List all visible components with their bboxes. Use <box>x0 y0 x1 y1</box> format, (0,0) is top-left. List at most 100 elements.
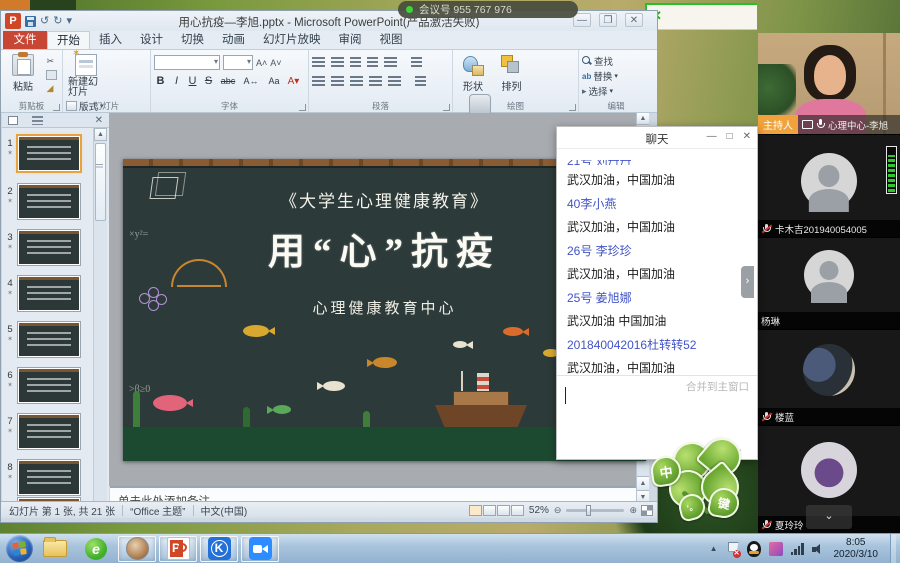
tab-home[interactable]: 开始 <box>47 31 90 49</box>
slide-thumbnail-5[interactable]: 5✶ <box>2 322 92 357</box>
smartart-convert-icon[interactable] <box>415 76 426 87</box>
increase-indent-icon[interactable] <box>367 57 378 68</box>
ime-clover-widget[interactable]: 中 ’。 键 <box>645 438 760 535</box>
shrink-font-icon[interactable]: A˅ <box>270 58 281 68</box>
arrange-button[interactable]: 排列 <box>494 53 528 93</box>
dialog-launcher-icon[interactable] <box>443 104 450 111</box>
taskbar-messenger-button[interactable] <box>118 536 156 562</box>
font-color-button[interactable]: A▾ <box>287 76 300 87</box>
participant-tile[interactable]: 卡木吉201940054005 <box>758 135 900 238</box>
tab-design[interactable]: 设计 <box>131 31 172 49</box>
strikethrough-button[interactable]: S <box>202 75 215 87</box>
format-painter-icon[interactable]: ◢ <box>46 83 57 94</box>
font-size-select[interactable] <box>223 55 253 70</box>
align-right-icon[interactable] <box>350 76 363 87</box>
normal-view-icon[interactable] <box>469 505 482 516</box>
show-desktop-button[interactable] <box>890 534 896 563</box>
language-status[interactable]: 中文(中国) <box>201 503 248 518</box>
paste-button[interactable]: 粘贴 <box>4 53 42 93</box>
outline-tab-icon[interactable] <box>32 116 43 125</box>
zoom-in-icon[interactable]: ⊕ <box>629 505 637 516</box>
merge-to-main-window-link[interactable]: 合并到主窗口 <box>686 379 749 394</box>
taskbar-k-app-button[interactable] <box>200 536 238 562</box>
zoom-slider[interactable] <box>566 509 624 512</box>
slide-sorter-icon[interactable] <box>483 505 496 516</box>
slides-tab-icon[interactable] <box>8 116 18 125</box>
collapse-panel-arrow[interactable]: › <box>741 266 754 298</box>
network-signal-icon[interactable] <box>791 543 804 555</box>
new-slide-button[interactable]: 新建幻灯片 <box>66 53 106 98</box>
find-button[interactable]: 查找 <box>582 54 650 68</box>
collapse-list-button[interactable]: ⌄ <box>806 505 852 529</box>
volume-icon[interactable] <box>812 543 826 555</box>
action-center-flag-icon[interactable] <box>726 542 739 556</box>
dialog-launcher-icon[interactable] <box>569 104 576 111</box>
shapes-button[interactable]: 形状 <box>456 53 490 93</box>
slide-thumbnail-4[interactable]: 4✶ <box>2 276 92 311</box>
dialog-launcher-icon[interactable] <box>299 104 306 111</box>
font-name-select[interactable] <box>154 55 220 70</box>
tab-slideshow[interactable]: 幻灯片放映 <box>254 31 330 49</box>
zoom-out-icon[interactable]: ⊖ <box>554 505 562 516</box>
change-case-button[interactable]: Aa <box>264 76 284 86</box>
cut-icon[interactable]: ✂ <box>46 56 57 67</box>
scrollbar-thumb[interactable] <box>95 143 106 221</box>
align-center-icon[interactable] <box>331 76 344 87</box>
chat-maximize-icon[interactable]: □ <box>727 131 733 142</box>
select-button[interactable]: ▸选择▾ <box>582 84 650 98</box>
tab-review[interactable]: 审阅 <box>330 31 371 49</box>
grow-font-icon[interactable]: A˄ <box>256 58 267 68</box>
replace-button[interactable]: ab替换▾ <box>582 69 650 83</box>
slide-thumbnail-6[interactable]: 6✶ <box>2 368 92 403</box>
dialog-launcher-icon[interactable] <box>53 104 60 111</box>
host-video-tile[interactable]: 主持人 心理中心-李旭 <box>758 33 900 135</box>
tray-clock[interactable]: 8:05 2020/3/10 <box>834 537 883 561</box>
taskbar-meeting-button[interactable] <box>241 536 279 562</box>
qq-penguin-icon[interactable] <box>747 541 761 557</box>
meeting-id-badge[interactable]: 会议号 955 767 976 <box>398 1 578 18</box>
taskbar-explorer-button[interactable] <box>36 536 74 562</box>
tray-expand-icon[interactable]: ▲ <box>710 544 718 553</box>
tab-file[interactable]: 文件 <box>3 31 47 49</box>
slide-thumbnail-3[interactable]: 3✶ <box>2 230 92 265</box>
slide-thumbnail-1[interactable]: 1✶ <box>2 136 92 171</box>
chat-minimize-icon[interactable]: — <box>707 131 717 142</box>
zoom-slider-thumb[interactable] <box>586 505 591 516</box>
tab-insert[interactable]: 插入 <box>90 31 131 49</box>
scroll-up-icon[interactable]: ▲ <box>637 113 649 125</box>
ime-tray-icon[interactable] <box>769 542 783 556</box>
bold-button[interactable]: B <box>154 75 167 87</box>
scroll-up-icon[interactable]: ▲ <box>94 128 107 141</box>
chat-close-icon[interactable]: ✕ <box>743 131 751 142</box>
taskbar-powerpoint-button[interactable] <box>159 536 197 562</box>
redo-icon[interactable]: ↻ <box>53 14 62 28</box>
undo-icon[interactable]: ↺ <box>40 14 49 28</box>
save-icon[interactable] <box>25 16 36 27</box>
chat-titlebar[interactable]: 聊天 — □ ✕ <box>557 127 757 149</box>
start-button[interactable] <box>6 535 33 562</box>
qat-dropdown-icon[interactable]: ▾ <box>66 14 72 28</box>
close-panel-icon[interactable]: ✕ <box>95 115 103 126</box>
tab-transitions[interactable]: 切换 <box>172 31 213 49</box>
tab-animations[interactable]: 动画 <box>213 31 254 49</box>
text-direction-icon[interactable] <box>411 57 422 68</box>
align-left-icon[interactable] <box>312 76 325 87</box>
slide-thumbnail-2[interactable]: 2✶ <box>2 184 92 219</box>
decrease-indent-icon[interactable] <box>350 57 361 68</box>
justify-icon[interactable] <box>369 76 382 87</box>
participant-tile[interactable]: 楼蓝 <box>758 330 900 426</box>
taskbar-browser-button[interactable]: e <box>77 536 115 562</box>
italic-button[interactable]: I <box>170 75 183 87</box>
copy-icon[interactable] <box>46 70 57 80</box>
slide-thumbnail-7[interactable]: 7✶ <box>2 414 92 449</box>
tab-view[interactable]: 视图 <box>371 31 412 49</box>
slideshow-icon[interactable] <box>511 505 524 516</box>
clear-format-button[interactable]: abc <box>218 76 238 86</box>
columns-icon[interactable] <box>388 76 401 87</box>
line-spacing-icon[interactable] <box>384 57 397 68</box>
underline-button[interactable]: U <box>186 75 199 87</box>
reading-view-icon[interactable] <box>497 505 510 516</box>
panel-scrollbar[interactable]: ▲ <box>93 128 107 512</box>
numbering-icon[interactable] <box>331 57 344 68</box>
char-spacing-button[interactable]: A↔ <box>241 76 261 86</box>
